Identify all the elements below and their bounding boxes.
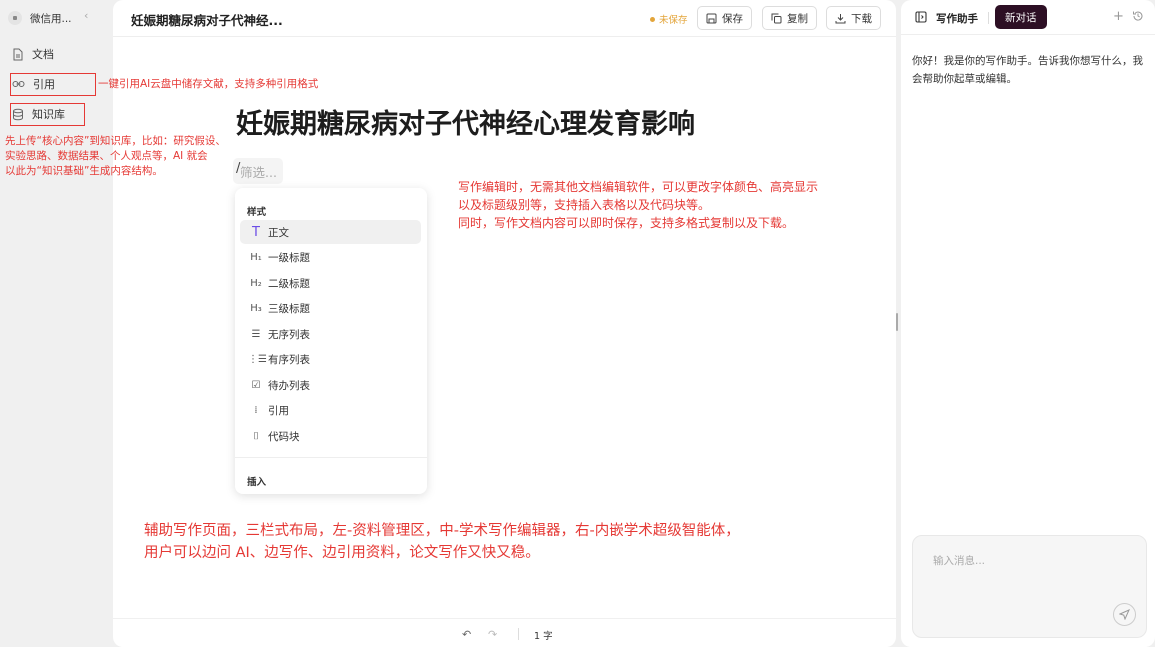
header-divider (988, 12, 989, 24)
menu-section-insert: 插入 (247, 477, 267, 488)
collapse-sidebar-icon[interactable]: ‹ (84, 9, 88, 22)
redo-icon[interactable]: ↷ (488, 628, 497, 641)
assistant-panel: 写作助手 新对话 + 你好！我是你的写作助手。告诉我你想写什么，我会帮助你起草或… (901, 0, 1155, 647)
numbered-list-icon: ⋮☰ (248, 353, 267, 365)
menu-section-style: 样式 (247, 207, 267, 218)
menu-divider (235, 457, 427, 458)
menu-item-heading-3[interactable]: H₃ 三级标题 (240, 296, 421, 320)
menu-item-code-block[interactable]: ⌷ 代码块 (240, 424, 421, 448)
download-button[interactable]: 下载 (826, 6, 881, 30)
chat-input-placeholder: 输入消息... (933, 555, 986, 567)
plus-icon[interactable]: + (1113, 9, 1124, 24)
menu-item-body-text[interactable]: T 正文 (240, 220, 421, 244)
annotation-box-knowledge-base (10, 103, 85, 126)
heading-3-icon: H₃ (250, 302, 262, 314)
left-sidebar: 微信用... ‹ 文档 引用 知识库 (0, 0, 107, 647)
save-icon (706, 13, 717, 23)
heading-1-icon: H₁ (250, 251, 262, 263)
annotation-editor-2: 以及标题级别等，支持插入表格以及代码块等。 (458, 198, 711, 212)
menu-item-quote[interactable]: ⁞ 引用 (240, 398, 421, 422)
text-icon: T (252, 224, 260, 240)
annotation-knowledge-base-1: 先上传“核心内容”到知识库，比如：研究假设、 (5, 135, 226, 147)
chat-input[interactable]: 输入消息... (912, 535, 1147, 638)
slash-filter-input[interactable]: 筛选... (233, 158, 283, 184)
save-button[interactable]: 保存 (697, 6, 752, 30)
annotation-knowledge-base-3: 以此为“知识基础”生成内容结构。 (5, 165, 163, 177)
assistant-title: 写作助手 (936, 13, 978, 25)
workspace-switcher[interactable]: 微信用... (8, 8, 72, 28)
undo-icon[interactable]: ↶ (462, 628, 471, 641)
annotation-editor-3: 同时，写作文档内容可以即时保存，支持多格式复制以及下载。 (458, 216, 795, 230)
sidebar-item-label: 文档 (32, 48, 54, 61)
send-button[interactable] (1113, 603, 1136, 626)
annotation-layout-2: 用户可以边问 AI、边写作、边引用资料，论文写作又快又稳。 (144, 545, 540, 561)
filter-placeholder: 筛选... (240, 164, 277, 180)
menu-item-todo-list[interactable]: ☑ 待办列表 (240, 373, 421, 397)
editor-status-bar: ↶ ↷ 1 字 (113, 618, 896, 647)
annotation-knowledge-base-2: 实验思路、数据结果、个人观点等，AI 就会 (5, 150, 208, 162)
history-icon[interactable] (1132, 10, 1144, 22)
slash-command-char: / (236, 161, 241, 176)
annotation-editor-1: 写作编辑时，无需其他文档编辑软件，可以更改字体颜色、高亮显示 (458, 180, 819, 194)
download-icon (835, 13, 846, 23)
workspace-name: 微信用... (30, 12, 72, 25)
workspace-icon (8, 11, 22, 25)
editor-toolbar: 妊娠期糖尿病对子代神经... 未保存 保存 复制 下载 (113, 0, 896, 37)
annotation-citations: 一键引用AI云盘中储存文献，支持多种引用格式 (98, 78, 319, 90)
copy-icon (771, 13, 782, 23)
assistant-header: 写作助手 新对话 + (901, 0, 1155, 35)
word-count: 1 字 (534, 631, 553, 642)
document-icon (13, 48, 23, 60)
menu-item-heading-1[interactable]: H₁ 一级标题 (240, 245, 421, 269)
panel-toggle-icon[interactable] (915, 11, 927, 23)
document-title[interactable]: 妊娠期糖尿病对子代神经... (131, 10, 283, 29)
quote-icon: ⁞ (254, 404, 258, 416)
menu-item-heading-2[interactable]: H₂ 二级标题 (240, 271, 421, 295)
heading-2-icon: H₂ (250, 277, 262, 289)
annotation-box-citations (10, 73, 96, 96)
panel-resize-handle[interactable] (896, 313, 898, 331)
menu-item-bullet-list[interactable]: ☰ 无序列表 (240, 322, 421, 346)
copy-button[interactable]: 复制 (762, 6, 817, 30)
slash-command-menu: 样式 T 正文 H₁ 一级标题 H₂ 二级标题 H₃ 三级标题 ☰ 无序列表 ⋮☰ 有序列表… (235, 188, 427, 494)
document-heading[interactable]: 妊娠期糖尿病对子代神经心理发育影响 (236, 102, 695, 141)
assistant-greeting: 你好！我是你的写作助手。告诉我你想写什么，我会帮助你起草或编辑。 (912, 55, 1143, 85)
todo-list-icon: ☑ (251, 379, 261, 391)
code-block-icon: ⌷ (253, 430, 259, 442)
bullet-list-icon: ☰ (251, 328, 261, 340)
unsaved-status: 未保存 (650, 12, 688, 26)
send-icon (1119, 609, 1130, 620)
annotation-layout-1: 辅助写作页面，三栏式布局，左-资料管理区，中-学术写作编辑器，右-内嵌学术超级智… (144, 523, 740, 539)
sidebar-item-documents[interactable]: 文档 (12, 44, 54, 64)
new-chat-button[interactable]: 新对话 (995, 5, 1047, 29)
status-divider (518, 628, 519, 640)
menu-item-numbered-list[interactable]: ⋮☰ 有序列表 (240, 347, 421, 371)
